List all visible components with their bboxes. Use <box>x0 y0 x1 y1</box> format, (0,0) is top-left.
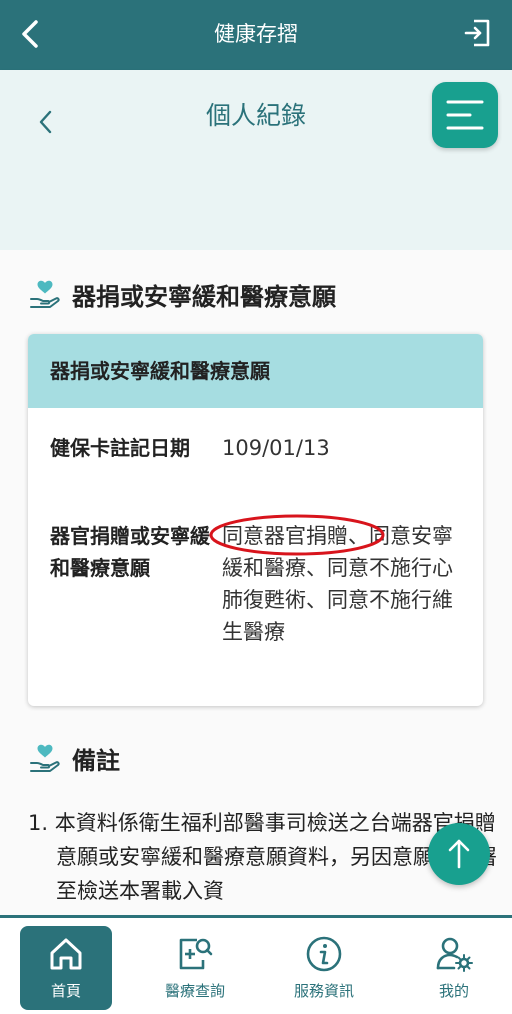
row-value-wrap: 同意器官捐贈、同意安寧緩和醫療、同意不施行心肺復甦術、同意不施行維生醫療 <box>209 514 473 648</box>
logout-icon <box>464 19 490 47</box>
bottom-nav: 首頁 醫療查詢 服務資訊 我的 <box>0 915 512 1014</box>
medical-search-icon <box>179 938 213 970</box>
nav-label: 我的 <box>438 982 469 1000</box>
menu-button[interactable] <box>432 82 498 148</box>
home-icon <box>50 938 82 970</box>
nav-profile[interactable]: 我的 <box>408 926 500 1010</box>
row-label: 器官捐贈或安寧緩和醫療意願 <box>50 524 210 580</box>
nav-label: 服務資訊 <box>293 982 354 1000</box>
nav-home[interactable]: 首頁 <box>20 926 112 1010</box>
card-row: 健保卡註記日期 109/01/13 <box>50 432 473 464</box>
section-title: 備註 <box>72 746 120 775</box>
info-icon <box>306 936 342 972</box>
wish-card: 器捐或安寧緩和醫療意願 健保卡註記日期 109/01/13 器官捐贈或安寧緩和醫… <box>28 334 483 706</box>
nav-medical-search[interactable]: 醫療查詢 <box>149 926 241 1010</box>
card-header: 器捐或安寧緩和醫療意願 <box>28 334 483 408</box>
arrow-up-icon <box>448 839 470 869</box>
content-area[interactable]: 器捐或安寧緩和醫療意願 器捐或安寧緩和醫療意願 健保卡註記日期 109/01/1… <box>0 250 512 915</box>
row-value: 109/01/13 <box>222 436 330 460</box>
section-heading: 備註 <box>28 740 120 776</box>
nav-label: 首頁 <box>50 982 81 1000</box>
nav-service-info[interactable]: 服務資訊 <box>278 926 370 1010</box>
row-value: 同意器官捐贈、同意安寧緩和醫療、同意不施行心肺復甦術、同意不施行維生醫療 <box>222 524 453 644</box>
card-row: 器官捐贈或安寧緩和醫療意願 同意器官捐贈、同意安寧緩和醫療、同意不施行心肺復甦術… <box>50 514 473 648</box>
heart-hand-icon <box>30 744 60 772</box>
heart-hand-icon <box>30 280 60 308</box>
nav-label: 醫療查詢 <box>164 982 225 1000</box>
app-title: 健康存摺 <box>214 22 298 46</box>
user-settings-icon <box>436 937 473 972</box>
hamburger-icon <box>446 100 484 130</box>
section-title: 器捐或安寧緩和醫療意願 <box>72 282 336 311</box>
logout-button[interactable] <box>462 16 494 50</box>
row-label: 健保卡註記日期 <box>50 436 190 460</box>
section-heading: 器捐或安寧緩和醫療意願 <box>28 276 336 312</box>
sub-header: 個人紀錄 <box>0 70 512 164</box>
app-header: 健康存摺 <box>0 0 512 70</box>
header-band <box>0 164 512 250</box>
scroll-top-button[interactable] <box>428 823 490 885</box>
